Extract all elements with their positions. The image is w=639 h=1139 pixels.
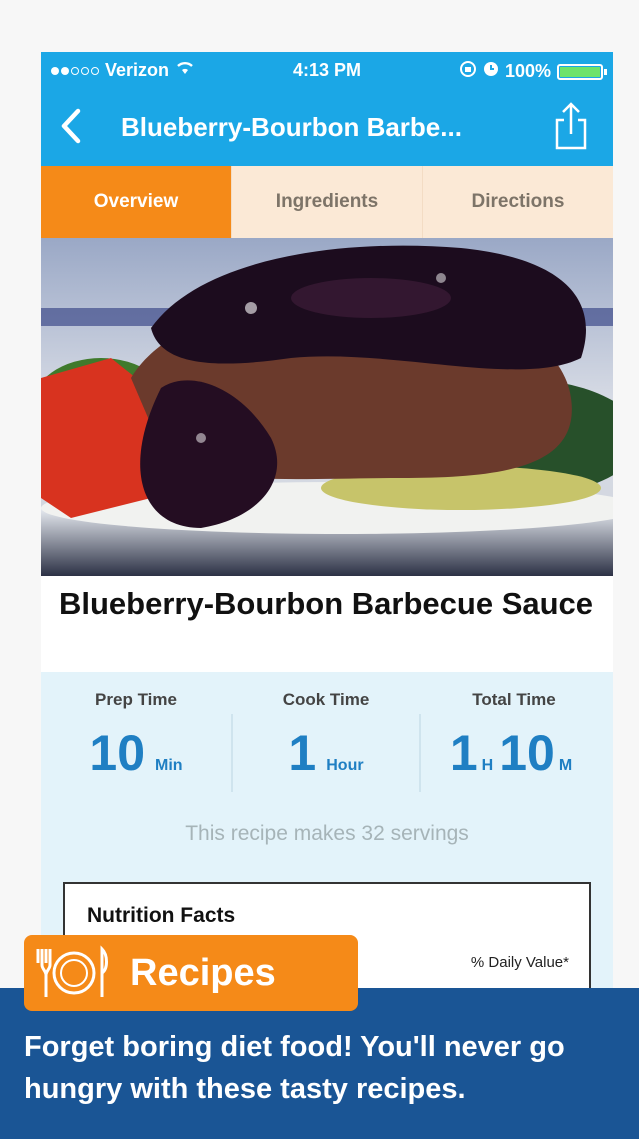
cook-time-label: Cook Time bbox=[282, 690, 370, 709]
total-time-value: 1 H 10 M bbox=[419, 724, 609, 782]
nav-bar: Blueberry-Bourbon Barbe... bbox=[41, 88, 613, 166]
badge-label: Recipes bbox=[130, 951, 276, 994]
share-icon bbox=[555, 102, 587, 150]
status-bar: Verizon 4:13 PM 100% bbox=[41, 52, 613, 88]
prep-time-unit: Min bbox=[155, 757, 183, 774]
prep-time-number: 10 bbox=[89, 725, 146, 781]
cook-time-value: 1 Hour bbox=[231, 724, 421, 782]
total-minutes-unit: M bbox=[558, 757, 573, 774]
prep-time-label: Prep Time bbox=[95, 690, 177, 709]
cook-time-number: 1 bbox=[288, 725, 317, 781]
rotation-lock-icon bbox=[459, 60, 477, 83]
cook-time-unit: Hour bbox=[326, 757, 364, 774]
plate-utensils-icon bbox=[24, 935, 120, 1011]
phone-screen: Verizon 4:13 PM 100% Blueberry-Bourbon B… bbox=[41, 52, 613, 992]
recipe-photo bbox=[41, 238, 613, 576]
total-hours-unit: H bbox=[481, 757, 494, 774]
battery-percent: 100% bbox=[504, 61, 551, 81]
promo-text: Forget boring diet food! You'll never go… bbox=[24, 1031, 565, 1105]
tab-overview[interactable]: Overview bbox=[41, 166, 231, 238]
prep-time-value: 10 Min bbox=[41, 724, 231, 782]
daily-value-label: % Daily Value* bbox=[470, 954, 569, 971]
recipe-title: Blueberry-Bourbon Barbecue Sauce bbox=[59, 586, 594, 621]
chevron-left-icon bbox=[61, 108, 81, 144]
total-minutes-number: 10 bbox=[499, 725, 555, 781]
tab-ingredients[interactable]: Ingredients bbox=[231, 166, 422, 238]
recipes-badge: Recipes bbox=[24, 935, 358, 1011]
status-right: 100% bbox=[459, 60, 607, 83]
tab-directions[interactable]: Directions bbox=[422, 166, 613, 238]
nav-title: Blueberry-Bourbon Barbe... bbox=[121, 112, 462, 142]
total-hours-number: 1 bbox=[449, 725, 478, 781]
nutrition-facts-title: Nutrition Facts bbox=[87, 904, 236, 927]
total-time-label: Total Time bbox=[472, 690, 556, 709]
back-button[interactable] bbox=[53, 106, 89, 146]
cook-time: Cook Time 1 Hour bbox=[231, 690, 421, 782]
total-time: Total Time 1 H 10 M bbox=[419, 690, 609, 782]
share-button[interactable] bbox=[551, 100, 591, 152]
servings-text: This recipe makes 32 servings bbox=[185, 822, 469, 845]
alarm-icon bbox=[483, 61, 499, 82]
prep-time: Prep Time 10 Min bbox=[41, 690, 231, 782]
tab-bar: Overview Ingredients Directions bbox=[41, 166, 613, 238]
screen-frame: Verizon 4:13 PM 100% Blueberry-Bourbon B… bbox=[0, 0, 639, 1139]
battery-icon bbox=[557, 63, 607, 80]
